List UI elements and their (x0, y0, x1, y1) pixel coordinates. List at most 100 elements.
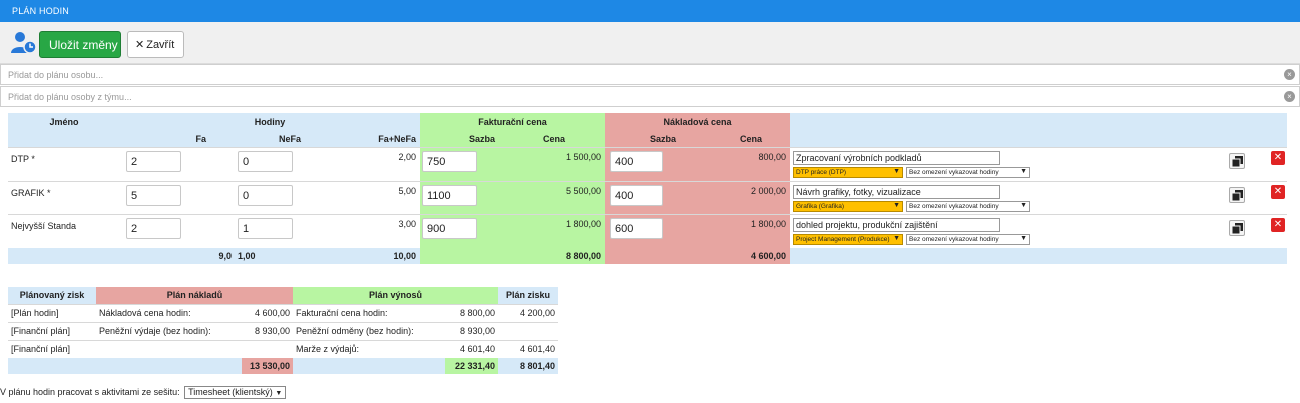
window-title: PLÁN HODIN (0, 0, 1300, 22)
row-nefa-cell: 0 2,00 (232, 147, 420, 182)
row-cost-cell: 400 2 000,00 (605, 180, 790, 215)
save-changes-button[interactable]: Uložit změny (39, 31, 121, 58)
add-team-input[interactable]: Přidat do plánu osoby z týmu... × (0, 86, 1300, 107)
summary-cost-value: 8 930,00 (242, 322, 293, 341)
row-cost-price: 2 000,00 (750, 185, 786, 196)
rate-input[interactable]: 900 (422, 217, 477, 239)
activity-select[interactable]: Grafika (Grafika) ▼ (793, 200, 903, 212)
summary-source: [Plán hodin] (8, 304, 96, 323)
row-nefa-cell: 0 5,00 (232, 180, 420, 215)
row-name: GRAFIK * (8, 180, 120, 215)
summary-source: [Finanční plán] (8, 322, 96, 341)
subheader-nefa-cell: NeFa Fa+NeFa (232, 131, 420, 148)
header-name: Jméno (8, 113, 120, 132)
summary-cost-value (242, 340, 293, 358)
limit-select[interactable]: Bez omezení vykazovat hodiny ▼ (906, 233, 1030, 245)
row-total-hours: 3,00 (398, 218, 416, 229)
cost-rate-input[interactable]: 600 (610, 217, 663, 239)
add-person-input[interactable]: Přidat do plánu osobu... × (0, 64, 1300, 85)
activity-value: Grafika (Grafika) (796, 202, 845, 210)
activity-select[interactable]: DTP práce (DTP) ▼ (793, 167, 903, 179)
summary-total-cost: 13 530,00 (242, 358, 293, 374)
header-invoice: Fakturační cena (420, 113, 605, 132)
header-hours: Hodiny (120, 113, 420, 132)
fa-input[interactable]: 5 (126, 184, 181, 206)
nefa-input[interactable]: 0 (238, 184, 293, 206)
row-cost-price: 1 800,00 (750, 218, 786, 229)
cost-rate-input[interactable]: 400 (610, 151, 663, 173)
summary-row: [Finanční plán] Marže z výdajů: 4 601,40… (8, 340, 559, 358)
limit-select[interactable]: Bez omezení vykazovat hodiny ▼ (906, 167, 1030, 179)
copy-icon (1232, 189, 1243, 201)
subheader-cost-rate: Sazba (650, 134, 677, 145)
caret-down-icon: ▼ (893, 201, 900, 209)
row-price: 5 500,00 (565, 185, 601, 196)
row-fa-cell: 2 (120, 147, 232, 182)
summary-total-revenue: 22 331,40 (445, 358, 499, 374)
limit-select[interactable]: Bez omezení vykazovat hodiny ▼ (906, 200, 1030, 212)
delete-row-button[interactable]: ✕ (1271, 151, 1285, 166)
table-row: Nejvyšší Standa 2 1 3,00 900 1 800,00 60… (8, 213, 1287, 248)
row-name: Nejvyšší Standa (8, 213, 120, 248)
subheader-name (8, 131, 120, 148)
summary-revenue-value: 8 800,00 (445, 304, 499, 323)
header-cost: Nákladová cena (605, 113, 790, 132)
clear-person-icon[interactable]: × (1284, 69, 1295, 80)
copy-row-button[interactable] (1229, 219, 1245, 236)
row-cost-price: 800,00 (758, 152, 786, 163)
summary-row: [Finanční plán] Peněžní výdaje (bez hodi… (8, 322, 559, 341)
description-input[interactable]: dohled projektu, produkční zajištění (793, 217, 1000, 232)
clear-team-icon[interactable]: × (1284, 91, 1295, 102)
copy-row-button[interactable] (1229, 153, 1245, 170)
description-input[interactable]: Návrh grafiky, fotky, vizualizace (793, 184, 1000, 199)
summary-cost-label (96, 340, 242, 358)
caret-down-icon: ▼ (1020, 234, 1027, 242)
subheader-rate: Sazba (469, 134, 496, 145)
description-input[interactable]: Zpracovaní výrobních podkladů (793, 151, 1000, 166)
nefa-input[interactable]: 0 (238, 151, 293, 173)
subheader-extra (790, 131, 1287, 148)
close-button[interactable]: ✕ Zavřít (127, 31, 184, 58)
rate-input[interactable]: 750 (422, 151, 477, 173)
summary-table: Plánovaný zisk Plán nákladů Plán výnosů … (8, 287, 559, 374)
summary-header-profit-plan: Plánovaný zisk (8, 287, 96, 305)
activity-select[interactable]: Project Management (Produkce) ▼ (793, 233, 903, 245)
subheader-cost-price: Cena (739, 134, 762, 145)
summary-revenue-value: 4 601,40 (445, 340, 499, 358)
row-invoice-cell: 750 1 500,00 (420, 147, 605, 182)
summary-header-profit: Plán zisku (498, 287, 559, 305)
summary-row: [Plán hodin] Nákladová cena hodin: 4 600… (8, 304, 559, 323)
copy-row-button[interactable] (1229, 186, 1245, 203)
summary-profit-value (498, 322, 559, 341)
row-total-hours: 2,00 (398, 152, 416, 163)
subheader-fanefa: Fa+NeFa (378, 134, 416, 145)
workbook-value: Timesheet (klientský) (188, 387, 273, 397)
fa-input[interactable]: 2 (126, 151, 181, 173)
row-fa-cell: 2 (120, 213, 232, 248)
nefa-input[interactable]: 1 (238, 217, 293, 239)
delete-row-button[interactable]: ✕ (1271, 184, 1285, 199)
workbook-select[interactable]: Timesheet (klientský) ▼ (184, 386, 287, 399)
caret-down-icon: ▼ (275, 390, 283, 397)
limit-value: Bez omezení vykazovat hodiny (909, 202, 999, 210)
activity-value: DTP práce (DTP) (796, 169, 847, 177)
delete-row-button[interactable]: ✕ (1271, 217, 1285, 232)
rate-input[interactable]: 1100 (422, 184, 477, 206)
hours-plan-table: Jméno Hodiny Fakturační cena Nákladová c… (8, 113, 1287, 264)
summary-total-spacer (8, 358, 242, 374)
row-detail-cell: Zpracovaní výrobních podkladů DTP práce … (790, 147, 1287, 182)
table-row: GRAFIK * 5 0 5,00 1100 5 500,00 400 2 00… (8, 180, 1287, 215)
summary-total-profit: 8 801,40 (498, 358, 559, 374)
caret-down-icon: ▼ (1020, 168, 1027, 176)
copy-icon (1232, 156, 1243, 168)
summary-source: [Finanční plán] (8, 340, 96, 358)
total-fanefa: 10,00 (393, 250, 416, 261)
add-person-placeholder: Přidat do plánu osobu... (8, 70, 104, 80)
cost-rate-input[interactable]: 400 (610, 184, 663, 206)
header-extra (790, 113, 1287, 132)
summary-header-cost-plan: Plán nákladů (96, 287, 293, 305)
total-price: 8 800,00 (420, 247, 605, 264)
row-nefa-cell: 1 3,00 (232, 213, 420, 248)
activity-value: Project Management (Produkce) (796, 235, 890, 243)
fa-input[interactable]: 2 (126, 217, 181, 239)
